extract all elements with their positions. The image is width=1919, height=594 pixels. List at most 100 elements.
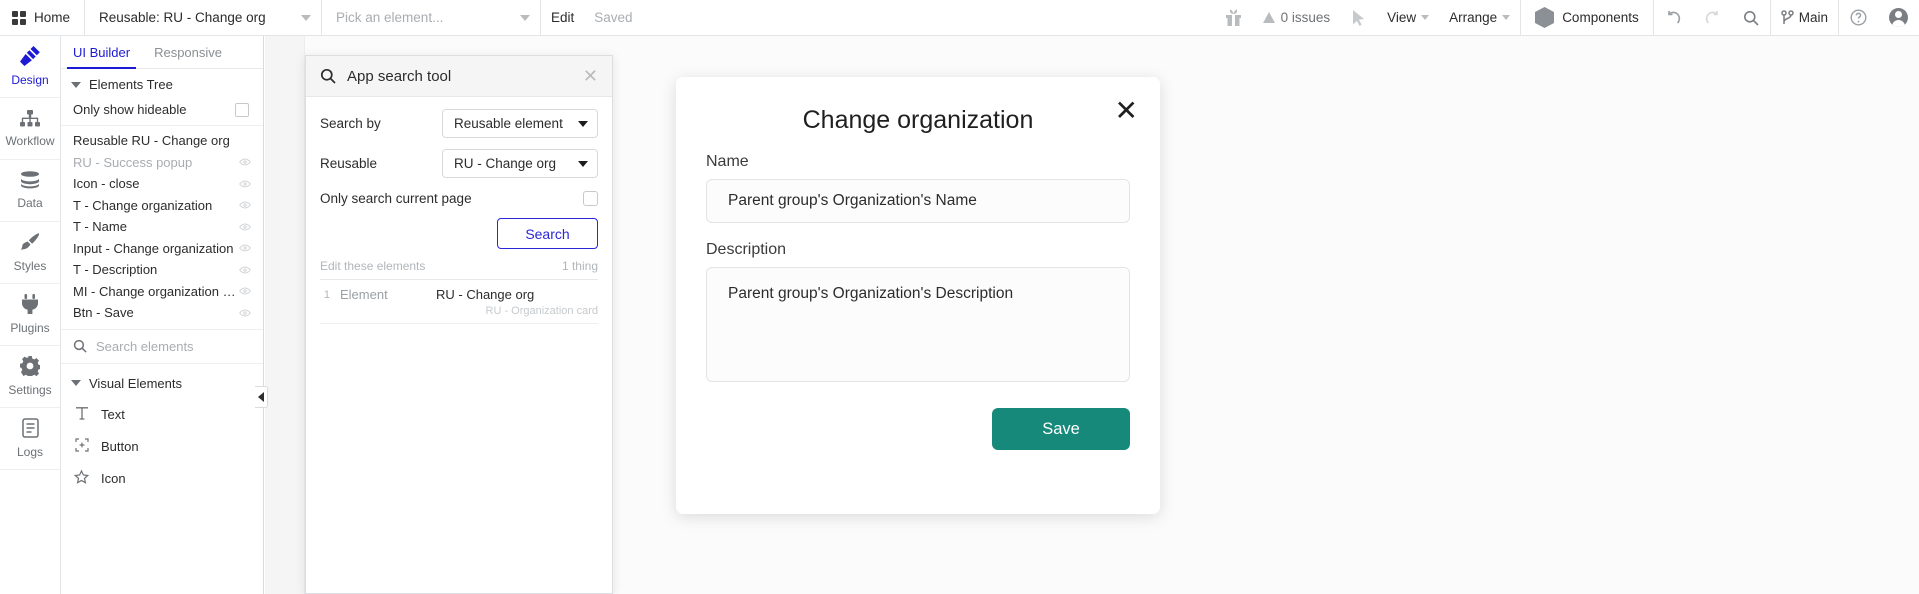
chevron-down-icon: [1421, 15, 1430, 20]
result-name: RU - Change org: [436, 287, 535, 302]
tree-item-label: T - Name: [73, 219, 127, 235]
text-glyph: [75, 407, 88, 420]
save-button[interactable]: Save: [992, 408, 1130, 450]
eye-icon[interactable]: [239, 180, 251, 188]
tree-item[interactable]: Icon - close: [61, 173, 263, 195]
reusable-select[interactable]: RU - Change org: [442, 149, 598, 178]
search-elements-row[interactable]: Search elements: [61, 328, 263, 364]
result-subtitle: RU - Organization card: [485, 305, 599, 317]
rail-label-logs: Logs: [16, 445, 44, 459]
reusable-value: RU - Change org: [454, 156, 557, 171]
tree-item[interactable]: RU - Success popup: [61, 152, 263, 174]
only-current-page-checkbox[interactable]: [583, 191, 598, 206]
name-input-value: Parent group's Organization's Name: [728, 192, 977, 209]
app-search-tool-body: Search by Reusable element Reusable RU -…: [306, 97, 612, 324]
only-current-page-label: Only search current page: [320, 191, 472, 206]
only-show-hideable-checkbox[interactable]: [235, 102, 249, 117]
only-current-page-row[interactable]: Only search current page: [320, 189, 598, 206]
tree-item[interactable]: Input - Change organization: [61, 238, 263, 260]
components-button[interactable]: Components: [1521, 0, 1653, 36]
branch-label: Main: [1798, 10, 1828, 25]
chevron-down-icon: [578, 120, 588, 127]
pointer-icon[interactable]: [1340, 0, 1377, 36]
visual-element-label: Icon: [101, 471, 126, 486]
eye-icon[interactable]: [239, 244, 251, 252]
edit-mode-button[interactable]: Edit: [541, 0, 584, 36]
app-page-selector[interactable]: Reusable: RU - Change org: [85, 0, 321, 36]
eye-icon[interactable]: [239, 223, 251, 231]
app-search-tool-dialog: App search tool ✕ Search by Reusable ele…: [305, 55, 613, 594]
grid-icon: [12, 10, 26, 25]
branch-selector[interactable]: Main: [1771, 0, 1838, 36]
warning-icon: [1262, 12, 1275, 23]
tree-item-label: T - Change organization: [73, 197, 213, 213]
tree-item[interactable]: T - Change organization: [61, 195, 263, 217]
rail-item-workflow[interactable]: Workflow: [0, 98, 60, 160]
undo-icon[interactable]: [1654, 0, 1693, 36]
rail-item-logs[interactable]: Logs: [0, 408, 60, 470]
redo-icon[interactable]: [1693, 0, 1732, 36]
logs-glyph: [21, 418, 39, 438]
tree-item[interactable]: MI - Change organization d...: [61, 281, 263, 303]
tree-item[interactable]: T - Name: [61, 216, 263, 238]
name-input[interactable]: Parent group's Organization's Name: [706, 179, 1130, 223]
tab-responsive[interactable]: Responsive: [142, 36, 234, 68]
visual-element-button[interactable]: Button: [61, 431, 263, 463]
eye-icon[interactable]: [239, 266, 251, 274]
save-button-label: Save: [1042, 419, 1080, 438]
tree-item[interactable]: Btn - Save: [61, 302, 263, 324]
description-input[interactable]: Parent group's Organization's Descriptio…: [706, 267, 1130, 382]
close-icon[interactable]: ✕: [1115, 97, 1138, 125]
visual-element-icon[interactable]: Icon: [61, 463, 263, 495]
tab-ui-builder[interactable]: UI Builder: [61, 36, 142, 69]
edit-these-elements-label[interactable]: Edit these elements: [320, 259, 425, 273]
result-type: Element: [340, 287, 388, 302]
view-menu[interactable]: View: [1377, 0, 1439, 36]
tree-item[interactable]: T - Description: [61, 259, 263, 281]
canvas: App search tool ✕ Search by Reusable ele…: [265, 36, 1919, 594]
eye-icon[interactable]: [239, 201, 251, 209]
rail-item-design[interactable]: Design: [0, 36, 60, 98]
panel-collapse-handle[interactable]: [255, 386, 268, 408]
rail-label-plugins: Plugins: [10, 321, 50, 335]
rail-item-styles[interactable]: Styles: [0, 222, 60, 284]
rail-item-data[interactable]: Data: [0, 160, 60, 222]
help-glyph: [1850, 9, 1867, 26]
rail-item-plugins[interactable]: Plugins: [0, 284, 60, 346]
rail-label-workflow: Workflow: [5, 133, 55, 148]
elements-tree-list: Reusable RU - Change org RU - Success po…: [61, 126, 263, 326]
issues-indicator[interactable]: 0 issues: [1253, 10, 1341, 25]
search-icon: [320, 68, 336, 84]
eye-icon[interactable]: [239, 309, 251, 317]
search-result-row[interactable]: 1 Element RU - Change org RU - Organizat…: [320, 280, 598, 317]
home-label: Home: [34, 10, 71, 25]
plugins-plug-icon: [21, 294, 39, 317]
account-avatar[interactable]: [1878, 0, 1919, 36]
view-label: View: [1387, 10, 1417, 25]
visual-elements-header[interactable]: Visual Elements: [61, 364, 263, 399]
rail-label-settings: Settings: [8, 383, 52, 397]
only-show-hideable-row[interactable]: Only show hideable: [61, 98, 263, 126]
result-index: 1: [323, 288, 330, 301]
tree-item[interactable]: Reusable RU - Change org: [61, 130, 263, 152]
description-label: Description: [706, 241, 787, 258]
branch-icon: [1780, 9, 1794, 24]
close-icon[interactable]: ✕: [583, 67, 598, 85]
rail-item-settings[interactable]: Settings: [0, 346, 60, 408]
eye-icon[interactable]: [239, 158, 251, 166]
elements-tree-header[interactable]: Elements Tree: [61, 69, 263, 98]
help-icon[interactable]: [1839, 0, 1878, 36]
data-icon: [20, 171, 40, 192]
tree-item-label: T - Description: [73, 262, 158, 278]
visual-element-text[interactable]: Text: [61, 399, 263, 431]
eye-icon[interactable]: [239, 287, 251, 295]
element-picker[interactable]: Pick an element...: [322, 0, 540, 36]
tree-item-label: RU - Success popup: [73, 154, 193, 170]
search-by-select[interactable]: Reusable element: [442, 109, 598, 138]
arrange-menu[interactable]: Arrange: [1439, 0, 1520, 36]
search-icon[interactable]: [1732, 0, 1770, 36]
search-button[interactable]: Search: [497, 218, 598, 249]
gift-icon[interactable]: [1214, 0, 1253, 36]
home-button[interactable]: Home: [0, 0, 84, 36]
description-input-value: Parent group's Organization's Descriptio…: [728, 285, 1014, 302]
